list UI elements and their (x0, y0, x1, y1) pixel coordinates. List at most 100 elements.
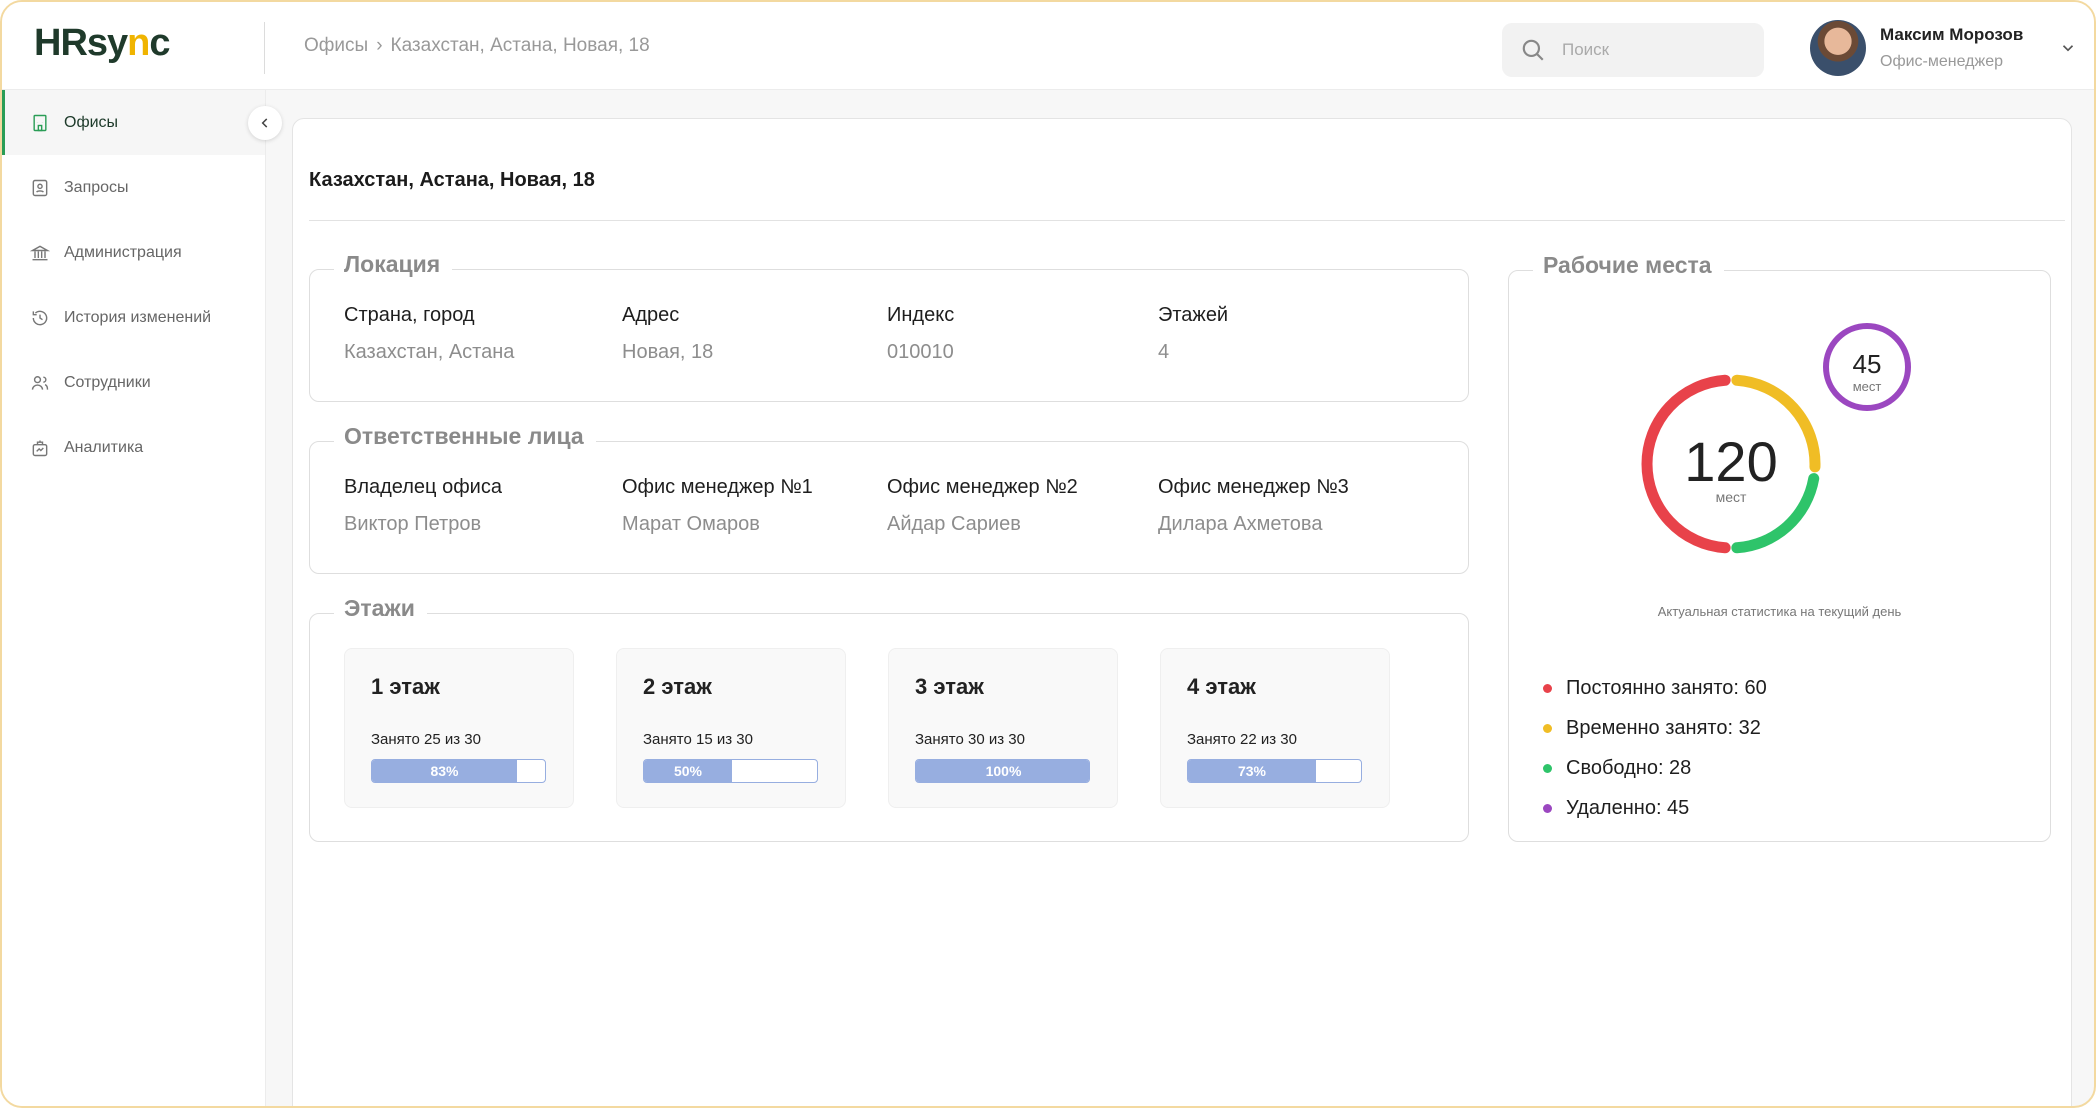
location-legend: Локация (334, 251, 453, 278)
responsible-field: Офис менеджер №3 Дилара Ахметова (1158, 476, 1349, 536)
location-field: Адрес Новая, 18 (622, 304, 713, 364)
field-label: Владелец офиса (344, 476, 502, 498)
sidebar-item-building[interactable]: Офисы (2, 90, 265, 155)
location-field: Страна, город Казахстан, Астана (344, 304, 514, 364)
sidebar-collapse-button[interactable] (248, 106, 282, 140)
floors-section: Этажи 1 этаж Занято 25 из 30 83% 2 этаж Заня… (309, 595, 1469, 842)
remote-places-value: 45 (1853, 349, 1882, 379)
floor-title: 1 этаж (371, 674, 440, 699)
floor-progress-bar: 73% (1187, 759, 1362, 783)
responsible-field: Офис менеджер №1 Марат Омаров (622, 476, 813, 536)
logo-text: HRsy (34, 22, 128, 64)
bank-icon (30, 245, 50, 260)
field-value: Виктор Петров (344, 513, 482, 535)
responsible-section: Ответственные лица Владелец офиса Виктор … (309, 423, 1469, 574)
sidebar: Офисы Запросы Администрация История изменен… (2, 90, 282, 1106)
total-places-unit: мест (1716, 489, 1747, 505)
floor-title: 2 этаж (643, 674, 712, 699)
field-label: Офис менеджер №2 (887, 476, 1078, 498)
breadcrumb-root-link[interactable]: Офисы (304, 35, 368, 57)
sidebar-item-label: Сотрудники (64, 373, 151, 391)
responsible-field: Владелец офиса Виктор Петров (344, 476, 502, 536)
responsible-field: Офис менеджер №2 Айдар Сариев (887, 476, 1078, 536)
user-name: Максим Морозов (1880, 25, 2024, 44)
user-role: Офис-менеджер (1880, 53, 2003, 70)
search-box[interactable] (1502, 23, 1764, 77)
office-details-card: Казахстан, Астана, Новая, 18 Локация Стр… (292, 118, 2072, 1106)
legend-label: Удаленно: 45 (1566, 796, 1690, 819)
floor-title: 3 этаж (915, 674, 984, 699)
chevron-down-icon[interactable] (2059, 39, 2077, 57)
logo-text-tail: c (149, 22, 170, 64)
search-input[interactable] (1562, 40, 1732, 60)
users-icon (31, 375, 49, 390)
field-label: Офис менеджер №3 (1158, 476, 1349, 498)
legend-item: Удаленно: 45 (1543, 788, 1767, 828)
legend-dot (1543, 763, 1552, 773)
field-value: Айдар Сариев (887, 513, 1021, 535)
location-field: Этажей 4 (1158, 304, 1228, 364)
sidebar-item-bank[interactable]: Администрация (2, 220, 265, 285)
legend-dot (1543, 723, 1552, 733)
avatar[interactable] (1810, 20, 1866, 76)
sidebar-item-label: Запросы (64, 178, 129, 196)
responsible-legend: Ответственные лица (334, 423, 596, 450)
sidebar-item-analytics[interactable]: Аналитика (2, 415, 265, 480)
legend-label: Временно занято: 32 (1566, 716, 1761, 739)
user-info: Максим Морозов Офис-менеджер (1880, 25, 2023, 71)
chevron-left-icon (261, 118, 268, 128)
legend-item: Постоянно занято: 60 (1543, 668, 1767, 708)
top-header: HRsync Офисы › Казахстан, Астана, Новая,… (2, 2, 2094, 90)
floor-occupancy: Занято 30 из 30 (915, 731, 1025, 748)
logo-accent-letter: n (127, 22, 150, 64)
field-label: Этажей (1158, 304, 1229, 326)
floors-legend: Этажи (334, 595, 427, 622)
field-label: Страна, город (344, 304, 475, 326)
floor-card[interactable]: 3 этаж Занято 30 из 30 100% (888, 648, 1118, 808)
workplaces-legend-list: Постоянно занято: 60 Временно занято: 32 С… (1543, 668, 1767, 828)
search-icon (1522, 39, 1544, 61)
floor-card[interactable]: 4 этаж Занято 22 из 30 73% (1160, 648, 1390, 808)
floor-occupancy: Занято 25 из 30 (371, 731, 481, 748)
sidebar-item-request[interactable]: Запросы (2, 155, 265, 220)
building-icon (33, 114, 47, 131)
field-label: Индекс (887, 304, 955, 326)
floor-title: 4 этаж (1187, 674, 1256, 699)
legend-item: Временно занято: 32 (1543, 708, 1767, 748)
floor-percent-label: 50% (673, 763, 703, 779)
location-section: Локация Страна, город Казахстан, Астана Ад… (309, 251, 1469, 402)
field-label: Адрес (622, 304, 680, 326)
floor-progress-bar: 83% (371, 759, 546, 783)
title-divider (309, 220, 2065, 221)
sidebar-item-label: Аналитика (64, 438, 144, 456)
floor-card[interactable]: 2 этаж Занято 15 из 30 50% (616, 648, 846, 808)
request-icon (32, 179, 48, 196)
history-icon (32, 310, 48, 325)
sidebar-item-users[interactable]: Сотрудники (2, 350, 265, 415)
floor-occupancy: Занято 22 из 30 (1187, 731, 1297, 748)
floor-percent-label: 73% (1237, 763, 1267, 779)
breadcrumb-current: Казахстан, Астана, Новая, 18 (390, 35, 650, 56)
total-places-value: 120 (1684, 430, 1777, 493)
field-label: Офис менеджер №1 (622, 476, 813, 498)
legend-label: Свободно: 28 (1566, 756, 1692, 779)
breadcrumb: Офисы › Казахстан, Астана, Новая, 18 (304, 35, 650, 57)
field-value: Дилара Ахметова (1158, 513, 1323, 535)
page-title: Казахстан, Астана, Новая, 18 (309, 169, 595, 191)
field-value: Марат Омаров (622, 513, 760, 535)
header-divider (264, 22, 265, 74)
floor-occupancy: Занято 15 из 30 (643, 731, 753, 748)
field-value: Новая, 18 (622, 341, 714, 363)
sidebar-item-history[interactable]: История изменений (2, 285, 265, 350)
legend-label: Постоянно занято: 60 (1566, 676, 1767, 699)
floor-progress-bar: 50% (643, 759, 818, 783)
floor-card[interactable]: 1 этаж Занято 25 из 30 83% (344, 648, 574, 808)
workplaces-section: Рабочие места 120 мест 45 мест Актуальная с… (1508, 252, 2051, 842)
user-menu[interactable]: Максим Морозов Офис-менеджер (1810, 20, 2077, 76)
sidebar-item-label: Администрация (64, 243, 182, 261)
floor-percent-label: 83% (430, 763, 459, 779)
floor-progress-bar: 100% (915, 759, 1090, 783)
app-logo[interactable]: HRsync (34, 22, 171, 65)
sidebar-item-label: Офисы (64, 113, 119, 131)
legend-dot (1543, 683, 1552, 693)
